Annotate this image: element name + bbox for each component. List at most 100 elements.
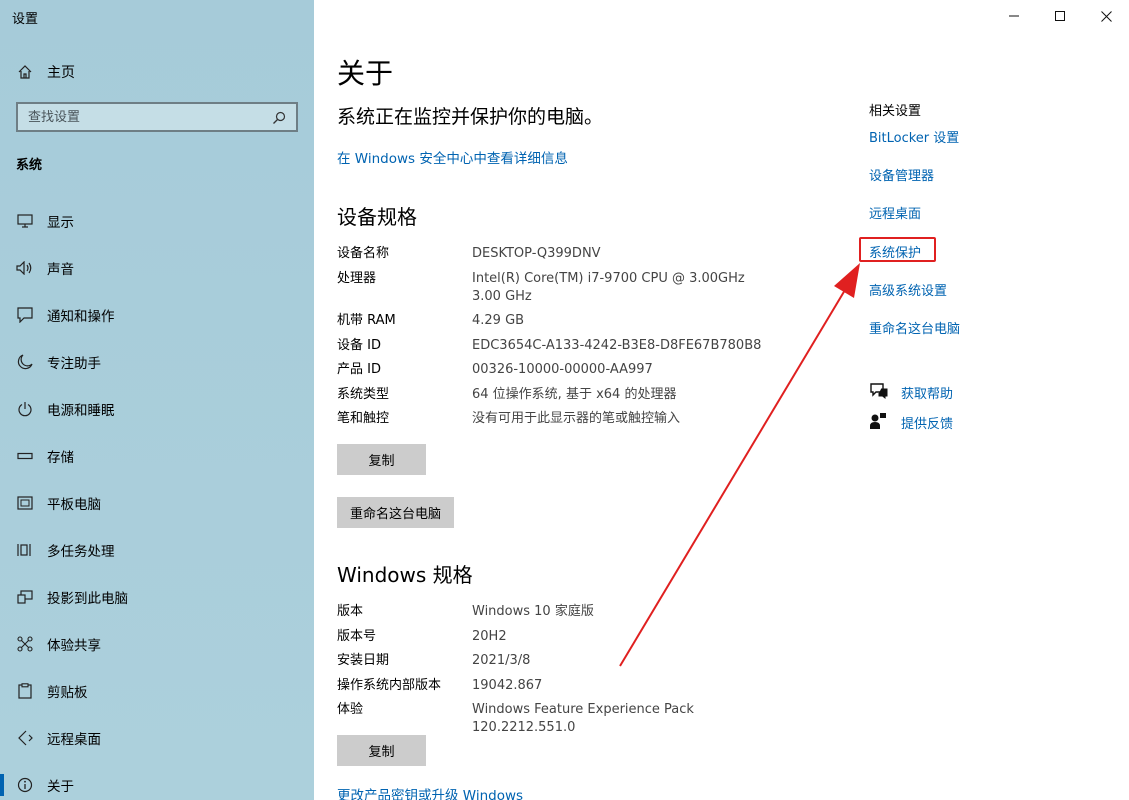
close-icon [1100, 10, 1112, 22]
spec-key: 版本 [337, 604, 364, 619]
sidebar-item-focus-assist[interactable]: 专注助手 [0, 338, 314, 385]
spec-key: 机带 RAM [337, 313, 396, 328]
multitask-icon [16, 541, 34, 559]
sidebar-item-label: 专注助手 [47, 355, 101, 372]
info-icon [16, 776, 34, 794]
rename-pc-link[interactable]: 重命名这台电脑 [869, 318, 960, 337]
close-button[interactable] [1083, 0, 1129, 32]
spec-value: 没有可用于此显示器的笔或触控输入 [472, 411, 681, 426]
sidebar-item-label: 多任务处理 [47, 543, 115, 560]
app-title: 设置 [12, 12, 39, 27]
sidebar-item-display[interactable]: 显示 [0, 197, 314, 244]
spec-key: 安装日期 [337, 653, 390, 668]
spec-key: 产品 ID [337, 362, 381, 377]
tablet-icon [16, 494, 34, 512]
spec-row: 产品 ID 00326-10000-00000-AA997 [337, 361, 787, 379]
sidebar-item-multitasking[interactable]: 多任务处理 [0, 526, 314, 573]
get-help-label: 获取帮助 [901, 386, 954, 402]
spec-value: 19042.867 [472, 677, 543, 693]
remote-icon [16, 729, 34, 747]
spec-value: EDC3654C-A133-4242-B3E8-D8FE67B780B8 [472, 337, 762, 353]
spec-key: 操作系统内部版本 [337, 677, 442, 693]
spec-value: 20H2 [472, 628, 507, 644]
spec-value: Windows Feature Experience Pack 120.2212… [472, 702, 694, 735]
spec-value: Windows 10 家庭版 [472, 604, 594, 619]
device-specs-heading: 设备规格 [337, 205, 417, 229]
sidebar-item-remote-desktop[interactable]: 远程桌面 [0, 714, 314, 761]
sidebar-item-label: 声音 [47, 261, 74, 278]
protection-status: 系统正在监控并保护你的电脑。 [337, 106, 604, 128]
sidebar-item-label: 存储 [47, 449, 74, 466]
spec-row: 系统类型 64 位操作系统, 基于 x64 的处理器 [337, 386, 787, 404]
spec-key: 处理器 [337, 270, 377, 286]
device-specs-table: 设备名称 DESKTOP-Q399DNV 处理器 Intel(R) Core(TM)… [337, 245, 787, 435]
minimize-icon [1009, 15, 1019, 17]
spec-row: 笔和触控 没有可用于此显示器的笔或触控输入 [337, 410, 787, 428]
spec-key: 体验 [337, 702, 364, 717]
advanced-system-settings-link[interactable]: 高级系统设置 [869, 280, 947, 299]
related-settings-heading: 相关设置 [869, 104, 922, 119]
rename-pc-button[interactable]: 重命名这台电脑 [337, 497, 455, 528]
home-label: 主页 [47, 65, 75, 81]
sidebar-item-about[interactable]: 关于 [0, 761, 314, 800]
windows-specs-table: 版本 Windows 10 家庭版 版本号 20H2 安装日期 2021/3/8 操作… [337, 603, 787, 744]
spec-row: 安装日期 2021/3/8 [337, 652, 787, 670]
sidebar-item-label: 投影到此电脑 [47, 590, 128, 607]
power-icon [16, 400, 34, 418]
moon-icon [16, 353, 34, 371]
spec-value: DESKTOP-Q399DNV [472, 246, 601, 261]
help-icon [869, 382, 889, 402]
spec-value: 4.29 GB [472, 313, 525, 328]
sidebar-item-power[interactable]: 电源和睡眠 [0, 385, 314, 432]
window-controls [991, 0, 1129, 32]
copy-device-specs-button[interactable]: 复制 [337, 444, 426, 475]
spec-value: Intel(R) Core(TM) i7-9700 CPU @ 3.00GHz … [472, 270, 745, 304]
project-icon [16, 588, 34, 606]
spec-key: 设备 ID [337, 337, 381, 353]
maximize-icon [1055, 11, 1065, 21]
notification-icon [16, 306, 34, 324]
sidebar-item-shared-experiences[interactable]: 体验共享 [0, 620, 314, 667]
section-label: 系统 [16, 158, 43, 173]
spec-row: 体验 Windows Feature Experience Pack 120.22… [337, 701, 787, 737]
spec-row: 版本号 20H2 [337, 628, 787, 646]
home-nav[interactable]: 主页 [16, 60, 75, 84]
page-title: 关于 [337, 57, 394, 90]
search-icon[interactable] [272, 110, 286, 124]
clipboard-icon [16, 682, 34, 700]
sidebar-item-sound[interactable]: 声音 [0, 244, 314, 291]
feedback-link[interactable]: 提供反馈 [869, 412, 953, 432]
sidebar-item-tablet[interactable]: 平板电脑 [0, 479, 314, 526]
monitor-icon [16, 212, 34, 230]
spec-row: 设备名称 DESKTOP-Q399DNV [337, 245, 787, 263]
minimize-button[interactable] [991, 0, 1037, 32]
upgrade-windows-link[interactable]: 更改产品密钥或升级 Windows [337, 784, 523, 800]
spec-row: 版本 Windows 10 家庭版 [337, 603, 787, 621]
bitlocker-link[interactable]: BitLocker 设置 [869, 127, 959, 146]
device-manager-link[interactable]: 设备管理器 [869, 165, 934, 184]
feedback-icon [869, 412, 889, 432]
maximize-button[interactable] [1037, 0, 1083, 32]
remote-desktop-link[interactable]: 远程桌面 [869, 203, 921, 222]
sidebar-item-notifications[interactable]: 通知和操作 [0, 291, 314, 338]
security-center-link[interactable]: 在 Windows 安全中心中查看详细信息 [337, 147, 568, 167]
search-box[interactable] [16, 102, 298, 132]
sidebar-item-clipboard[interactable]: 剪贴板 [0, 667, 314, 714]
spec-key: 设备名称 [337, 246, 390, 261]
sidebar-item-project[interactable]: 投影到此电脑 [0, 573, 314, 620]
sidebar-item-label: 关于 [47, 778, 74, 795]
sidebar-item-label: 剪贴板 [47, 684, 88, 701]
sidebar: 设置 主页 系统 显示 声音 通知和操作 专注助手 [0, 0, 314, 800]
sidebar-item-label: 远程桌面 [47, 731, 101, 748]
windows-specs-heading: Windows 规格 [337, 563, 473, 587]
sidebar-item-storage[interactable]: 存储 [0, 432, 314, 479]
spec-value: 00326-10000-00000-AA997 [472, 362, 653, 377]
storage-icon [16, 447, 34, 465]
get-help-link[interactable]: 获取帮助 [869, 382, 953, 402]
search-input[interactable] [28, 109, 272, 125]
copy-windows-specs-button[interactable]: 复制 [337, 735, 426, 766]
home-icon [16, 63, 34, 81]
spec-value: 64 位操作系统, 基于 x64 的处理器 [472, 386, 677, 402]
speaker-icon [16, 259, 34, 277]
annotation-highlight-box [859, 237, 936, 262]
